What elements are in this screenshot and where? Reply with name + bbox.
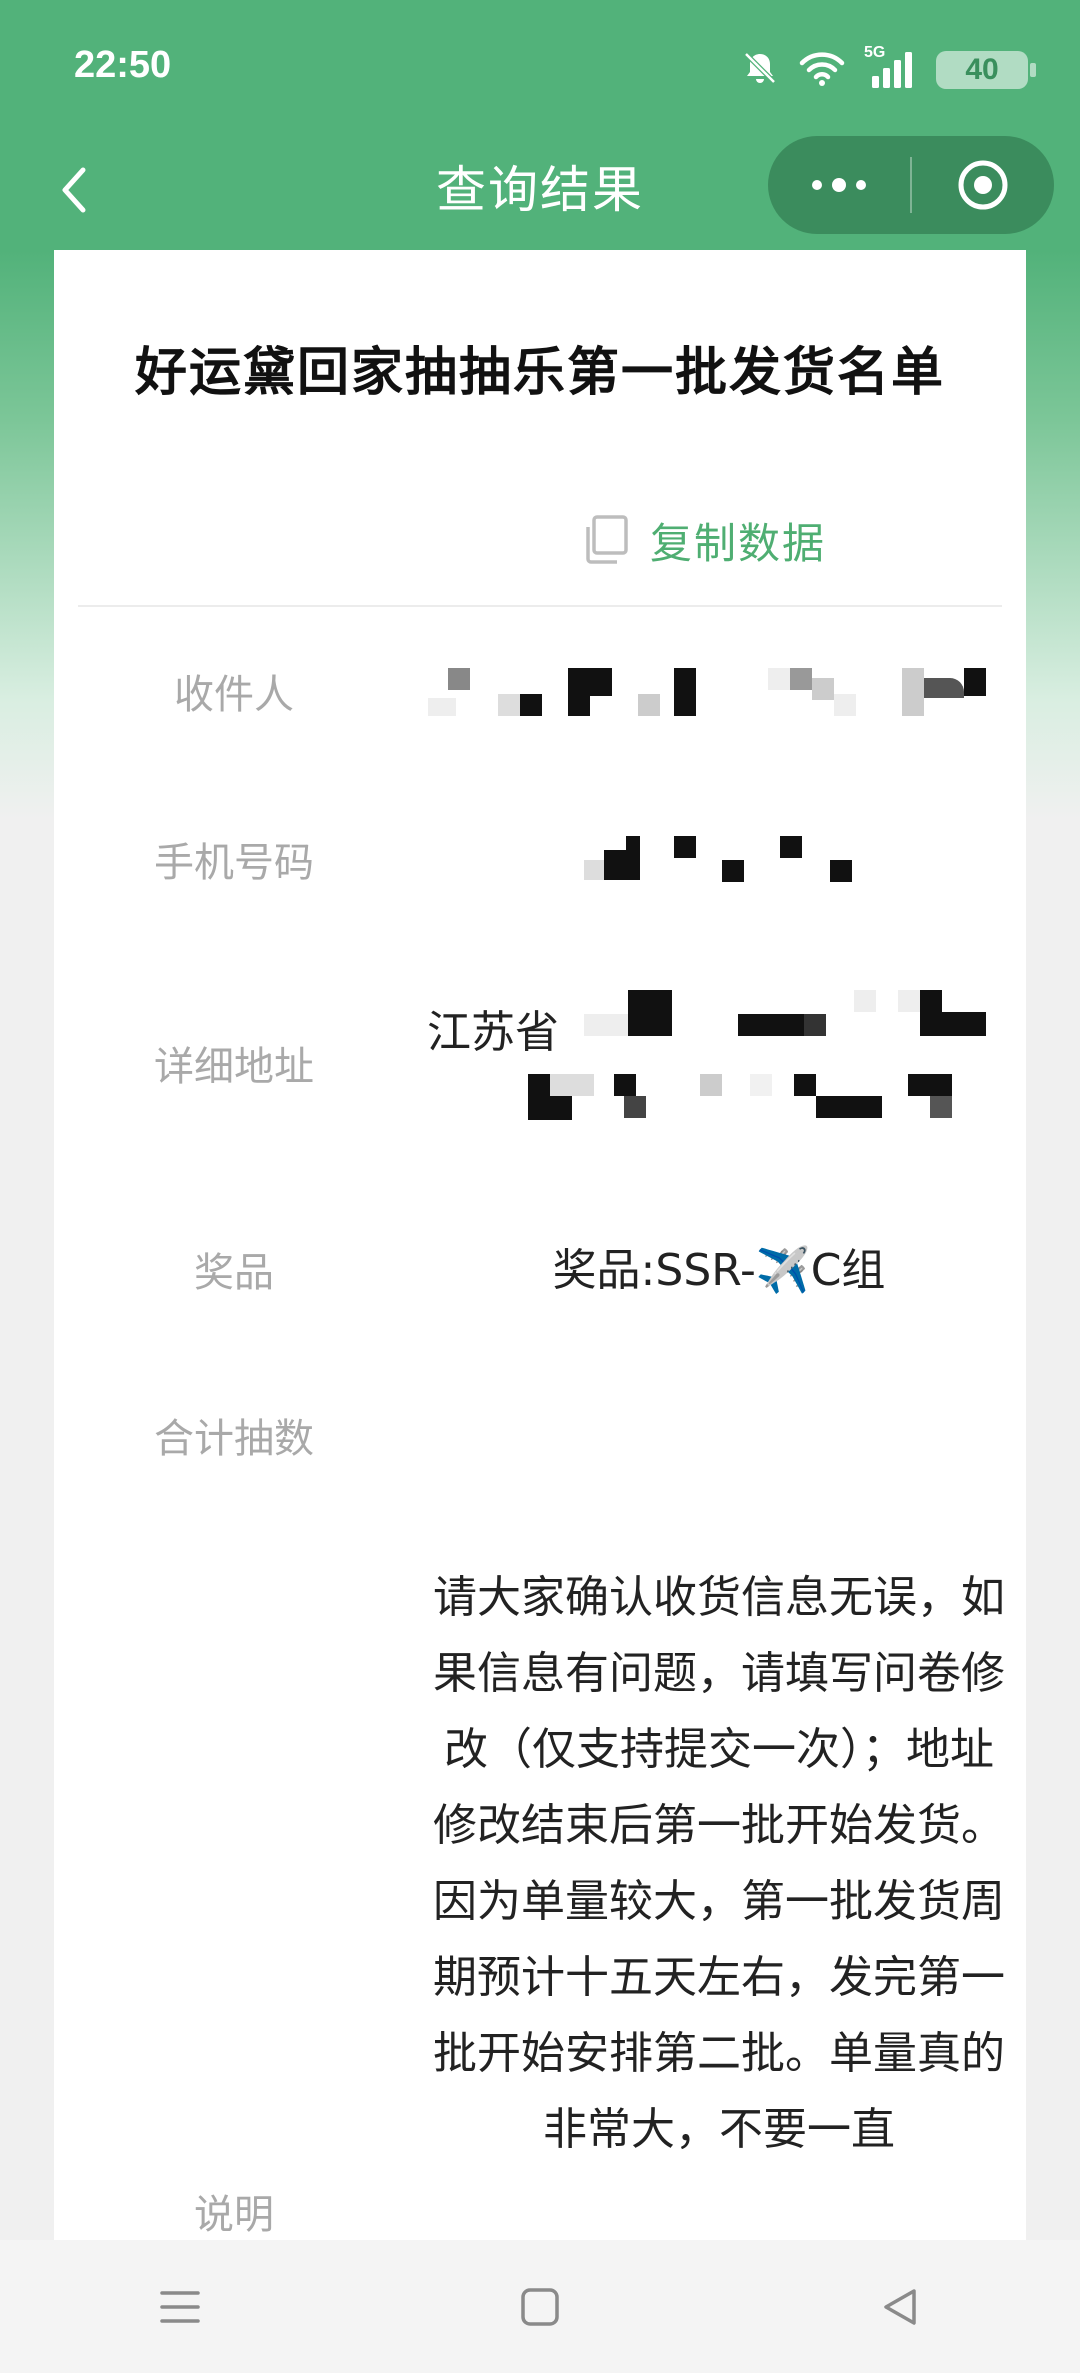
home-button[interactable] bbox=[480, 2247, 600, 2367]
system-nav-bar bbox=[0, 2240, 1080, 2373]
copy-data-button[interactable]: 复制数据 bbox=[580, 500, 826, 580]
close-button[interactable] bbox=[912, 136, 1054, 234]
address-province: 江苏省 bbox=[427, 1007, 559, 1058]
result-card: 好运黛回家抽抽乐第一批发货名单 复制数据 收件人 手机号码 详细地址 江苏省 奖… bbox=[54, 250, 1026, 2250]
menu-button[interactable] bbox=[120, 2247, 240, 2367]
status-time: 22:50 bbox=[74, 44, 172, 86]
battery-level: 40 bbox=[965, 53, 999, 86]
menu-icon bbox=[160, 2290, 200, 2323]
target-close-icon bbox=[958, 160, 1008, 210]
home-square-icon bbox=[521, 2287, 559, 2326]
nav-bar: 查询结果 bbox=[0, 130, 1080, 250]
note-label: 说明 bbox=[194, 2192, 274, 2238]
prize-value: 奖品:SSR-✈️C组 bbox=[552, 1245, 886, 1296]
signal-5g-icon: 5G bbox=[864, 44, 918, 90]
battery-icon: 40 bbox=[936, 51, 1036, 89]
total-draws-label: 合计抽数 bbox=[154, 1416, 314, 1462]
recipient-value-redacted bbox=[428, 668, 1048, 728]
mini-program-capsule bbox=[768, 136, 1054, 234]
copy-data-label: 复制数据 bbox=[650, 518, 827, 568]
system-back-button[interactable] bbox=[840, 2247, 960, 2367]
recipient-label: 收件人 bbox=[174, 672, 294, 718]
back-triangle-icon bbox=[884, 2288, 916, 2325]
prize-label: 奖品 bbox=[194, 1250, 274, 1296]
divider bbox=[78, 605, 1002, 607]
address-value-redacted bbox=[528, 990, 1024, 1120]
more-button[interactable] bbox=[768, 136, 910, 234]
card-title: 好运黛回家抽抽乐第一批发货名单 bbox=[134, 343, 945, 403]
note-text: 请大家确认收货信息无误，如果信息有问题，请填写问卷修改（仅支持提交一次）；地址修… bbox=[433, 1572, 1005, 2155]
address-label: 详细地址 bbox=[154, 1044, 314, 1090]
more-dots-icon bbox=[812, 178, 866, 192]
wifi-icon bbox=[798, 49, 846, 91]
phone-value-redacted bbox=[584, 836, 924, 890]
status-bar: 22:50 5G 40 bbox=[0, 0, 1080, 130]
status-icons: 5G 40 bbox=[740, 44, 1036, 92]
copy-icon bbox=[586, 515, 628, 564]
phone-label: 手机号码 bbox=[154, 840, 314, 886]
mute-bell-icon bbox=[740, 48, 780, 92]
